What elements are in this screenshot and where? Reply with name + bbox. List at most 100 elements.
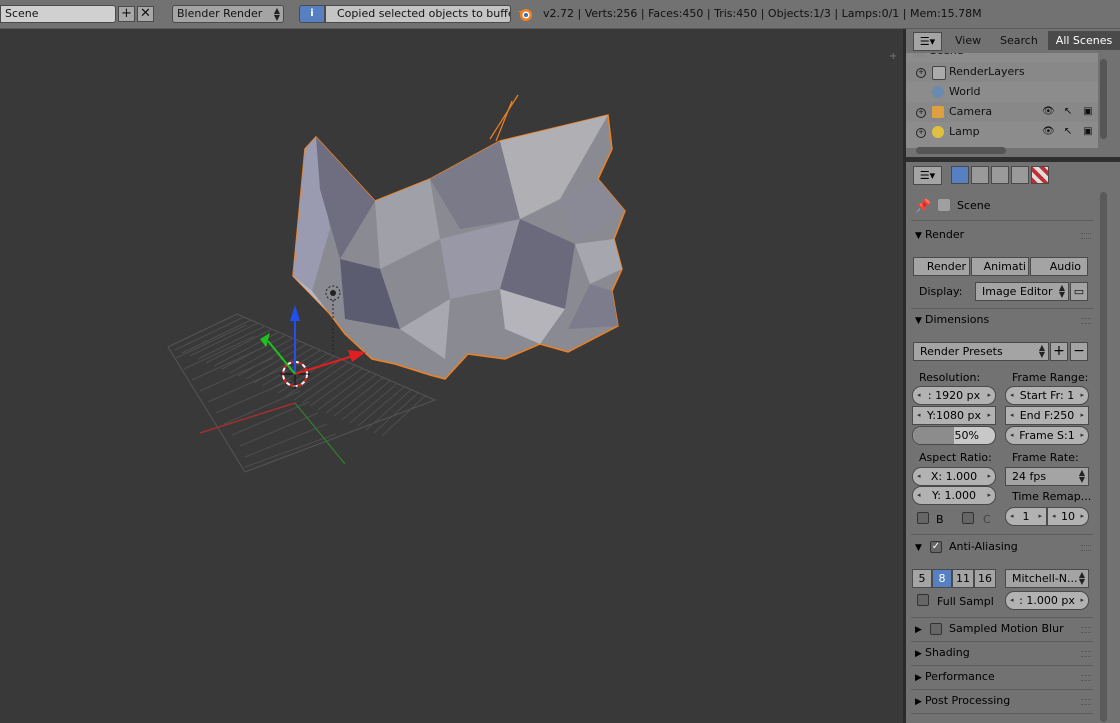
render-button[interactable]: Render <box>913 257 970 276</box>
aa-samples-16[interactable]: 16 <box>974 569 996 588</box>
scene-name-field[interactable]: Scene <box>0 5 116 23</box>
render-presets-select[interactable]: Render Presets ▲ ▼ <box>913 342 1049 361</box>
expand-icon[interactable]: + <box>916 128 926 138</box>
render-animation-button[interactable]: Animati <box>971 257 1029 276</box>
resolution-x-field[interactable]: ◂: 1920 px ▸ <box>912 386 996 405</box>
expand-panel-icon: ▶ <box>915 697 922 707</box>
properties-editor: ☰▾ 📌 Scene ▼ Render Render Animati Audio … <box>906 162 1120 723</box>
panel-title: Post Processing <box>925 694 1011 707</box>
resolution-y-field[interactable]: ◂ Y:1080 px ▸ <box>912 406 996 425</box>
aa-samples-11[interactable]: 11 <box>952 569 974 588</box>
expand-icon[interactable]: + <box>916 68 926 78</box>
drag-grip-icon[interactable] <box>1081 233 1091 239</box>
outliner-row-world[interactable]: World <box>906 82 1098 102</box>
expand-icon[interactable]: + <box>916 108 926 118</box>
aa-filter-select[interactable]: Mitchell-N... ▲ ▼ <box>1005 569 1089 588</box>
field-value: 50% <box>954 429 979 442</box>
3d-viewport[interactable]: + <box>0 29 903 723</box>
aspect-y-field[interactable]: ◂ Y: 1.000 ▸ <box>912 486 996 505</box>
aa-samples-5[interactable]: 5 <box>912 569 932 588</box>
cursor-select-icon[interactable]: ↖ <box>1062 126 1074 138</box>
split-area-icon[interactable]: + <box>889 51 897 62</box>
updown-arrows-icon: ▲ ▼ <box>1078 468 1085 484</box>
border-checkbox[interactable] <box>917 512 929 524</box>
full-sample-label: Full Sampl <box>937 595 994 608</box>
frame-end-field[interactable]: ◂ End F:250 ▸ <box>1005 406 1089 425</box>
plus-icon: + <box>121 6 132 21</box>
display-value: Image Editor <box>982 285 1053 298</box>
viewport-canvas[interactable] <box>0 29 903 723</box>
drag-grip-icon[interactable] <box>1081 545 1091 551</box>
panel-post-processing-header[interactable]: ▶ Post Processing <box>911 690 1093 712</box>
remove-preset-button[interactable]: − <box>1070 342 1088 361</box>
world-icon <box>932 86 944 98</box>
render-camera-icon[interactable]: ▣ <box>1082 126 1094 138</box>
lock-interface-button[interactable]: ▭ <box>1070 282 1088 301</box>
frame-rate-select[interactable]: 24 fps ▲ ▼ <box>1005 467 1089 486</box>
frame-step-field[interactable]: ◂ Frame S:1 ▸ <box>1005 426 1089 445</box>
editor-type-select[interactable]: ☰▾ <box>913 32 942 51</box>
drag-grip-icon[interactable] <box>1081 627 1091 633</box>
crop-checkbox[interactable] <box>962 512 974 524</box>
outliner-scrollbar-v[interactable] <box>1100 59 1107 139</box>
frame-start-field[interactable]: ◂ Start Fr: 1 ▸ <box>1005 386 1089 405</box>
outliner-row-renderlayers[interactable]: + RenderLayers <box>906 62 1098 82</box>
time-remap-old-field[interactable]: ◂ 1 ▸ <box>1005 507 1047 526</box>
outliner-row-scene[interactable]: Scene <box>906 53 1098 61</box>
tab-world[interactable] <box>1011 166 1029 184</box>
panel-render-header[interactable]: ▼ Render <box>911 224 1093 246</box>
panel-motion-blur-header[interactable]: ▶ Sampled Motion Blur <box>911 618 1093 640</box>
drag-grip-icon[interactable] <box>1081 318 1091 324</box>
tab-texture[interactable] <box>1031 166 1049 184</box>
divider <box>911 220 1093 221</box>
updown-arrows-icon: ▲ ▼ <box>273 6 280 22</box>
tab-render-layers[interactable] <box>971 166 989 184</box>
view-menu[interactable]: View <box>955 31 981 50</box>
eye-icon[interactable]: 👁 <box>1042 126 1055 138</box>
add-preset-button[interactable]: + <box>1050 342 1068 361</box>
add-scene-button[interactable]: + <box>118 6 135 22</box>
panel-performance-header[interactable]: ▶ Performance <box>911 666 1093 688</box>
eye-icon[interactable]: 👁 <box>1042 106 1055 118</box>
drag-grip-icon[interactable] <box>1081 675 1091 681</box>
fps-value: 24 fps <box>1012 470 1047 483</box>
motion-blur-checkbox[interactable] <box>930 623 942 635</box>
search-menu[interactable]: Search <box>1000 31 1038 50</box>
outliner-row-lamp[interactable]: + Lamp 👁 ↖ ▣ <box>906 122 1098 142</box>
aspect-x-field[interactable]: ◂ X: 1.000 ▸ <box>912 467 996 486</box>
panel-title: Performance <box>925 670 995 683</box>
display-select[interactable]: Image Editor ▲ ▼ <box>975 282 1069 301</box>
panel-dimensions-header[interactable]: ▼ Dimensions <box>911 309 1093 331</box>
drag-grip-icon[interactable] <box>1081 651 1091 657</box>
collapse-icon: ▼ <box>915 231 922 241</box>
pin-icon[interactable]: 📌 <box>915 199 931 214</box>
frame-rate-label: Frame Rate: <box>1012 451 1079 464</box>
resolution-percentage-slider[interactable]: 50% <box>912 426 996 445</box>
properties-scrollbar[interactable] <box>1100 192 1107 722</box>
drag-grip-icon[interactable] <box>1081 699 1091 705</box>
editor-type-select[interactable]: ☰▾ <box>913 166 942 185</box>
panel-title: Render <box>925 228 965 241</box>
mesh-object[interactable] <box>292 94 626 380</box>
panel-shading-header[interactable]: ▶ Shading <box>911 642 1093 664</box>
aa-samples-8[interactable]: 8 <box>932 569 952 588</box>
filter-size-field[interactable]: ◂: 1.000 px ▸ <box>1005 591 1089 610</box>
display-mode-select[interactable]: All Scenes <box>1048 31 1120 50</box>
collapse-icon: ▼ <box>915 543 922 553</box>
cursor-select-icon[interactable]: ↖ <box>1062 106 1074 118</box>
full-sample-checkbox[interactable] <box>917 594 929 606</box>
tab-render[interactable] <box>951 166 969 184</box>
delete-scene-button[interactable]: ✕ <box>137 6 154 22</box>
render-engine-select[interactable]: Blender Render ▲ ▼ <box>172 5 284 23</box>
antialiasing-checkbox[interactable]: ✓ <box>930 541 942 553</box>
panel-antialiasing-header[interactable]: ▼ ✓ Anti-Aliasing <box>911 536 1093 558</box>
tab-scene[interactable] <box>991 166 1009 184</box>
report-message[interactable]: Copied selected objects to buffer <box>325 5 511 23</box>
updown-arrows-icon: ▲ ▼ <box>1078 570 1085 586</box>
outliner-row-camera[interactable]: + Camera 👁 ↖ ▣ <box>906 102 1098 122</box>
render-camera-icon[interactable]: ▣ <box>1082 106 1094 118</box>
render-audio-button[interactable]: Audio <box>1030 257 1088 276</box>
outliner-scrollbar-h[interactable] <box>916 147 1006 154</box>
time-remap-new-field[interactable]: ◂ 10 ▸ <box>1047 507 1089 526</box>
frame-range-label: Frame Range: <box>1012 371 1089 384</box>
